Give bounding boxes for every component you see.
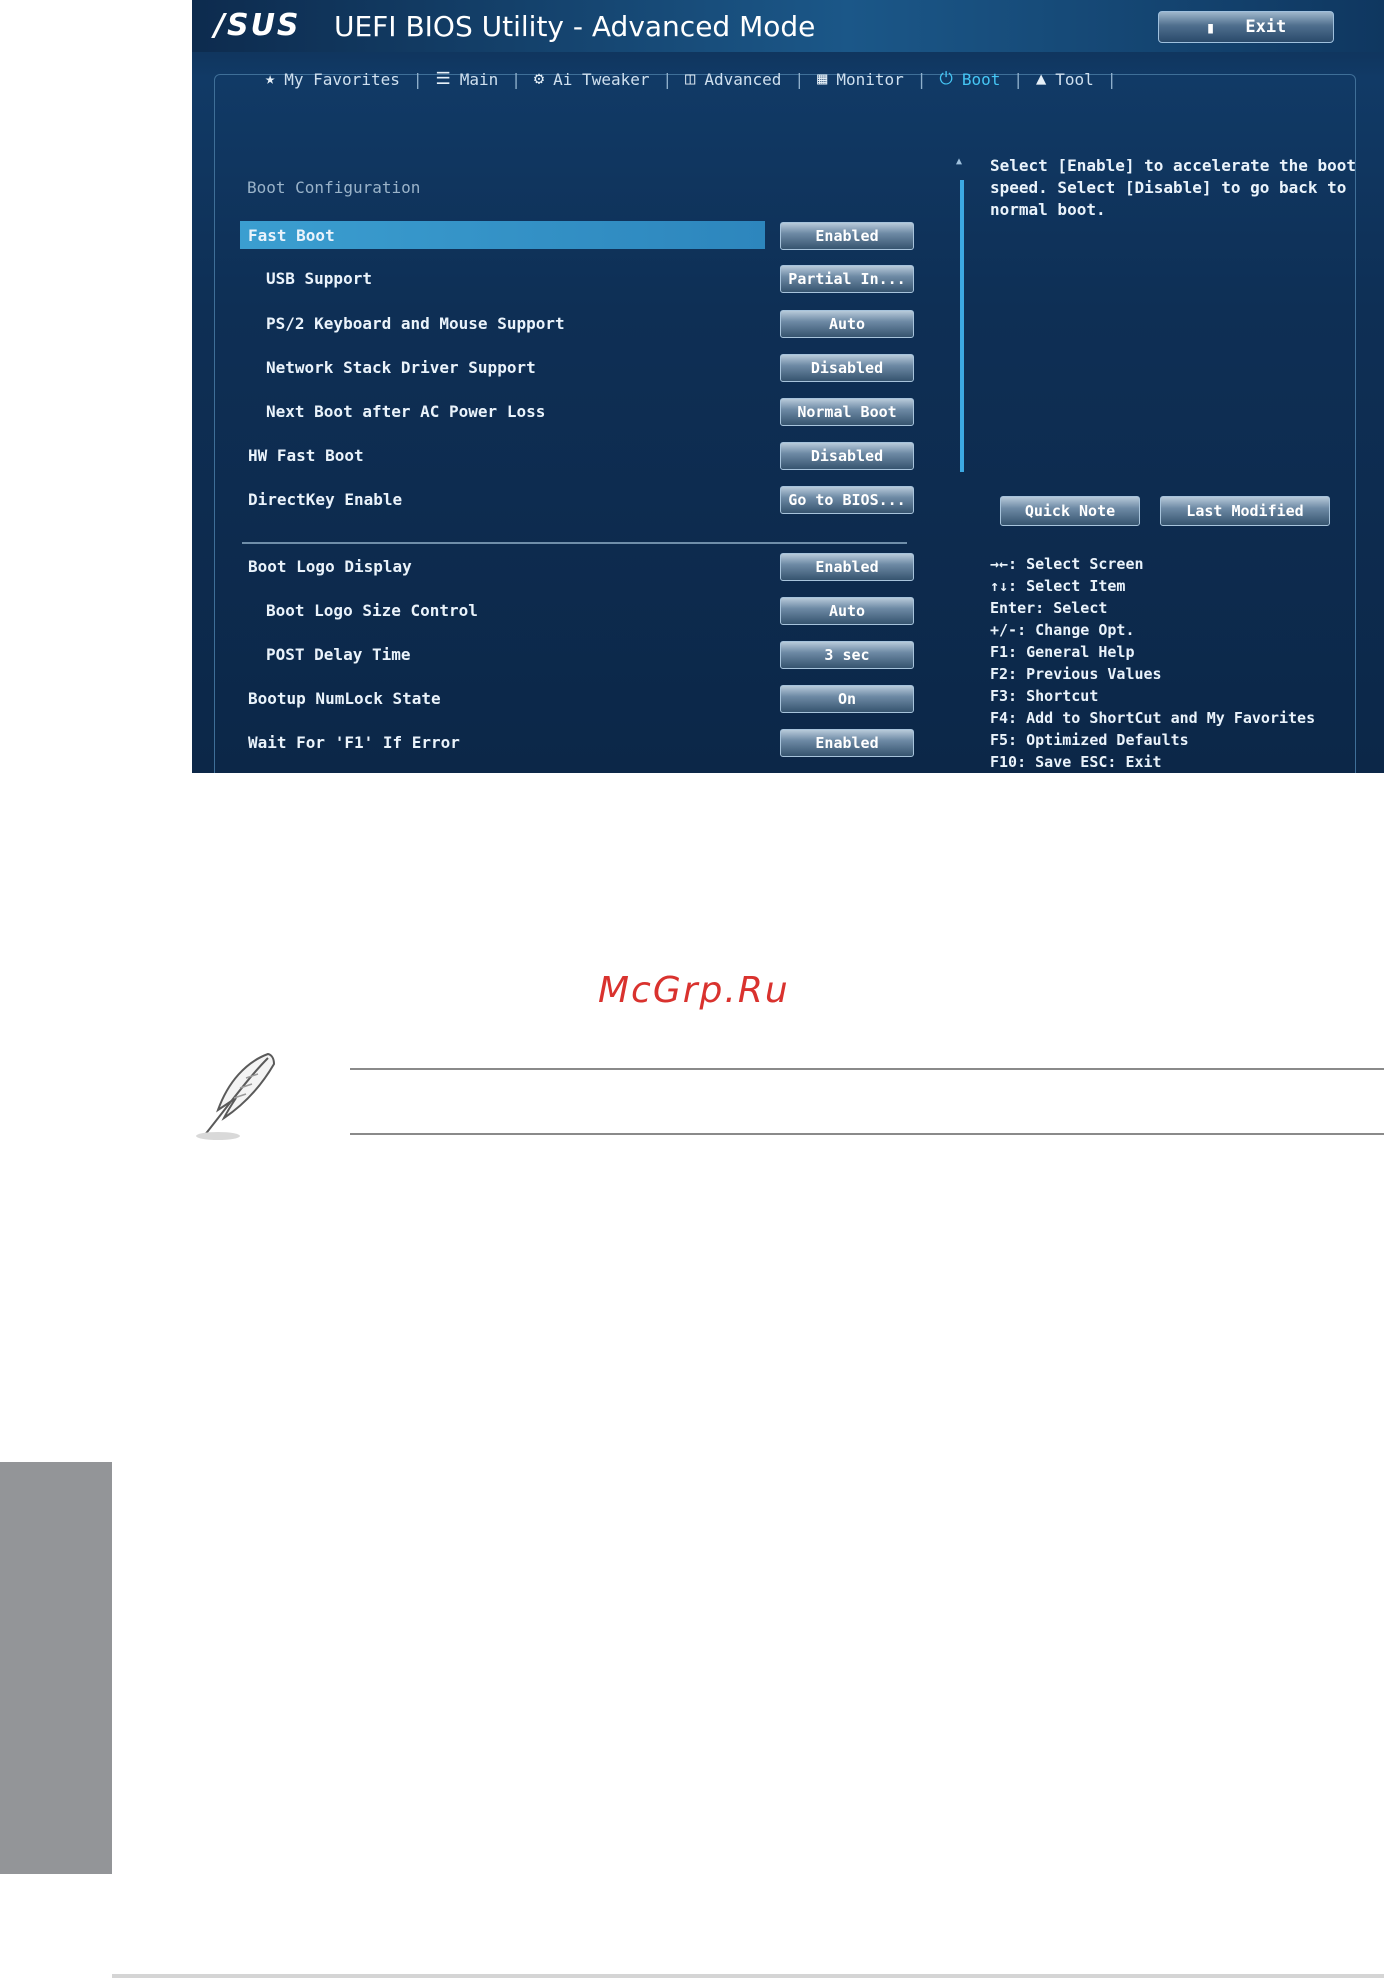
setting-label: Network Stack Driver Support xyxy=(266,357,536,377)
shortcut-line: F4: Add to ShortCut and My Favorites xyxy=(990,709,1316,727)
setting-label: Fast Boot xyxy=(248,225,335,245)
tab-label: Main xyxy=(459,69,499,89)
tab-label: Advanced xyxy=(704,69,782,89)
shortcut-line: →←: Select Screen xyxy=(990,555,1144,573)
setting-label: HW Fast Boot xyxy=(248,445,364,465)
section-heading: Boot Configuration xyxy=(247,178,421,197)
setting-label: Boot Logo Size Control xyxy=(266,600,478,620)
numlock-value-button[interactable]: On xyxy=(780,685,914,713)
bios-title: UEFI BIOS Utility - Advanced Mode xyxy=(334,10,816,43)
exit-door-icon: ▮ xyxy=(1205,17,1216,37)
tab-label: Ai Tweaker xyxy=(553,69,650,89)
tab-separator: | xyxy=(662,69,673,89)
tab-label: Tool xyxy=(1055,69,1094,89)
setting-directkey[interactable]: DirectKey Enable xyxy=(240,485,770,513)
tab-main[interactable]: ☰ Main xyxy=(422,69,511,89)
setting-network-stack[interactable]: Network Stack Driver Support xyxy=(240,353,770,381)
scroll-up-icon[interactable]: ▲ xyxy=(956,156,962,167)
tweaker-icon: ⚙ xyxy=(533,69,545,89)
help-text: Select [Enable] to accelerate the boot s… xyxy=(990,156,1357,219)
tab-monitor[interactable]: ▦ Monitor xyxy=(804,69,917,89)
setting-label: Boot Logo Display xyxy=(248,556,412,576)
shortcut-line: F10: Save ESC: Exit xyxy=(990,753,1162,771)
section-divider xyxy=(242,542,907,544)
boot-logo-size-value-button[interactable]: Auto xyxy=(780,597,914,625)
setting-next-boot-ac[interactable]: Next Boot after AC Power Loss xyxy=(240,397,770,425)
watermark: McGrp.Ru xyxy=(598,970,790,1011)
shortcut-line: Enter: Select xyxy=(990,599,1108,617)
setting-label: Next Boot after AC Power Loss xyxy=(266,401,546,421)
note-rule-top xyxy=(350,1068,1384,1070)
bios-screenshot: /SUS UEFI BIOS Utility - Advanced Mode ▮… xyxy=(192,0,1384,773)
tab-separator: | xyxy=(1106,69,1117,89)
setting-boot-logo-size[interactable]: Boot Logo Size Control xyxy=(240,596,770,624)
fast-boot-value-button[interactable]: Enabled xyxy=(780,222,914,250)
shortcut-legend: →←: Select Screen ↑↓: Select Item Enter:… xyxy=(990,553,1315,773)
shortcut-line: +/-: Change Opt. xyxy=(990,621,1135,639)
setting-usb-support[interactable]: USB Support xyxy=(240,264,770,292)
shortcut-line: F2: Previous Values xyxy=(990,665,1162,683)
shortcut-line: F5: Optimized Defaults xyxy=(990,731,1189,749)
setting-wait-f1[interactable]: Wait For 'F1' If Error xyxy=(240,728,770,756)
tab-label: Monitor xyxy=(836,69,904,89)
tab-separator: | xyxy=(412,69,423,89)
shortcut-line: ↑↓: Select Item xyxy=(990,577,1126,595)
shortcut-line: F1: General Help xyxy=(990,643,1135,661)
quick-note-button[interactable]: Quick Note xyxy=(1000,496,1140,526)
tab-label: My Favorites xyxy=(284,69,400,89)
tab-separator: | xyxy=(511,69,521,89)
setting-label: PS/2 Keyboard and Mouse Support xyxy=(266,313,565,333)
setting-hw-fast-boot[interactable]: HW Fast Boot xyxy=(240,441,770,469)
boot-logo-display-value-button[interactable]: Enabled xyxy=(780,553,914,581)
shortcut-line: F3: Shortcut xyxy=(990,687,1099,705)
tab-bar: ★ My Favorites | ☰ Main | ⚙ Ai Tweaker |… xyxy=(252,65,1116,93)
monitor-icon: ▦ xyxy=(817,69,828,89)
usb-support-value-button[interactable]: Partial In... xyxy=(780,265,914,293)
setting-post-delay[interactable]: POST Delay Time xyxy=(240,640,770,668)
wait-f1-value-button[interactable]: Enabled xyxy=(780,729,914,757)
setting-ps2-support[interactable]: PS/2 Keyboard and Mouse Support xyxy=(240,309,770,337)
tab-tool[interactable]: ▲ Tool xyxy=(1023,69,1107,89)
advanced-icon: ◫ xyxy=(685,69,696,89)
setting-label: Bootup NumLock State xyxy=(248,688,441,708)
list-icon: ☰ xyxy=(435,69,451,89)
tab-separator: | xyxy=(1013,69,1024,89)
hw-fast-boot-value-button[interactable]: Disabled xyxy=(780,442,914,470)
next-boot-ac-value-button[interactable]: Normal Boot xyxy=(780,398,914,426)
last-modified-button[interactable]: Last Modified xyxy=(1160,496,1330,526)
post-delay-value-button[interactable]: 3 sec xyxy=(780,641,914,669)
setting-label: Wait For 'F1' If Error xyxy=(248,732,460,752)
exit-button[interactable]: ▮ Exit xyxy=(1158,11,1334,43)
asus-logo: /SUS xyxy=(214,8,301,43)
tab-advanced[interactable]: ◫ Advanced xyxy=(672,69,794,89)
setting-fast-boot[interactable]: Fast Boot xyxy=(240,221,765,249)
feather-note-icon xyxy=(196,1052,276,1140)
setting-boot-logo-display[interactable]: Boot Logo Display xyxy=(240,552,770,580)
exit-label: Exit xyxy=(1245,17,1287,37)
network-stack-value-button[interactable]: Disabled xyxy=(780,354,914,382)
setting-label: DirectKey Enable xyxy=(248,489,403,509)
tab-boot[interactable]: ⏻ Boot xyxy=(926,69,1013,89)
tab-separator: | xyxy=(794,69,805,89)
chapter-side-tab xyxy=(0,1462,112,1874)
star-icon: ★ xyxy=(265,69,276,89)
setting-label: USB Support xyxy=(266,268,372,288)
footer-rule xyxy=(112,1974,1384,1978)
tab-separator: | xyxy=(916,69,927,89)
tab-my-favorites[interactable]: ★ My Favorites xyxy=(252,69,413,89)
directkey-value-button[interactable]: Go to BIOS... xyxy=(780,486,914,514)
tab-label: Boot xyxy=(961,69,1001,89)
tool-icon: ▲ xyxy=(1036,69,1047,89)
scrollbar[interactable] xyxy=(960,180,964,472)
setting-numlock[interactable]: Bootup NumLock State xyxy=(240,684,770,712)
power-icon: ⏻ xyxy=(939,69,953,89)
tab-ai-tweaker[interactable]: ⚙ Ai Tweaker xyxy=(521,69,663,89)
ps2-support-value-button[interactable]: Auto xyxy=(780,310,914,338)
setting-label: POST Delay Time xyxy=(266,644,411,664)
note-rule-bottom xyxy=(350,1133,1384,1135)
